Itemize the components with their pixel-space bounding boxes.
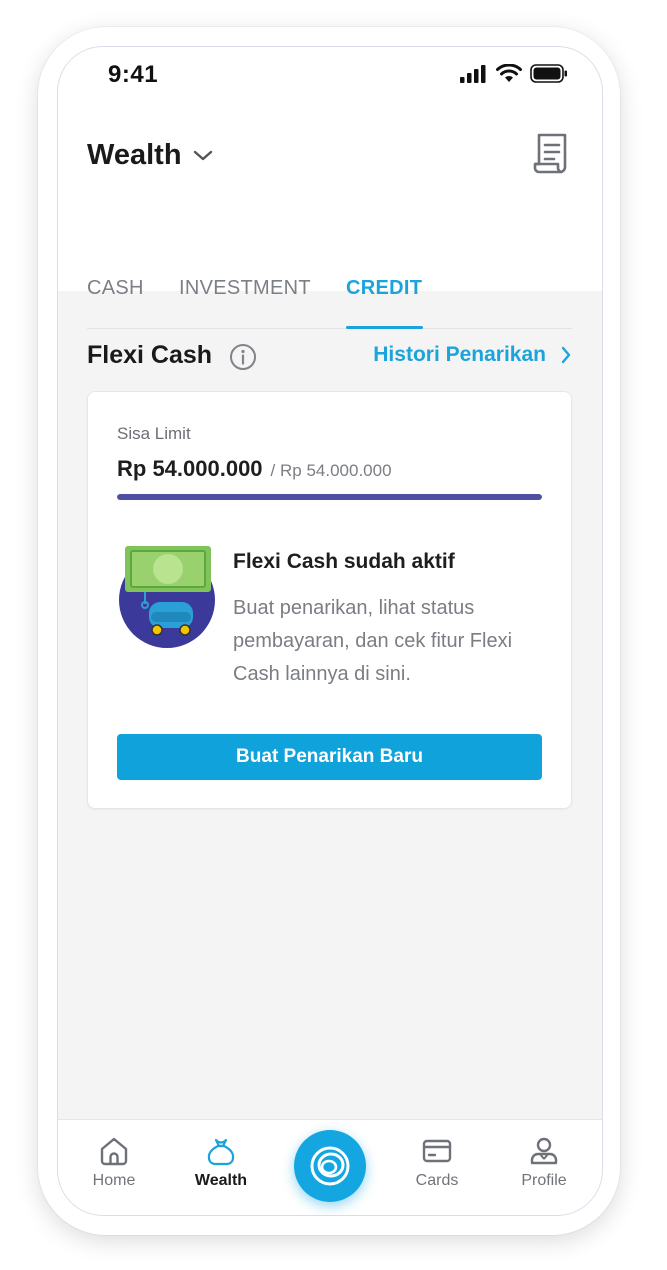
tab-bar: CASH INVESTMENT CREDIT (87, 261, 572, 329)
limit-label: Sisa Limit (117, 424, 191, 443)
status-icons (460, 64, 568, 83)
logo-rings-icon (310, 1146, 350, 1186)
wealth-dropdown[interactable]: Wealth (87, 139, 214, 172)
status-description: Buat penarikan, lihat status pembayaran,… (233, 597, 513, 685)
nav-profile-label: Profile (521, 1172, 567, 1189)
new-withdrawal-button[interactable]: Buat Penarikan Baru (117, 734, 542, 780)
main-action-button[interactable] (294, 1130, 366, 1202)
money-bag-icon (207, 1138, 235, 1166)
history-link-label: Histori Penarikan (373, 343, 546, 366)
signal-icon (460, 64, 486, 83)
nav-home[interactable]: Home (74, 1136, 154, 1190)
app-screen: 9:41 Wealth CASH INVESTMENT CREDIT Flexi… (57, 46, 603, 1216)
bottom-nav: Home Wealth Cards Profile (58, 1119, 602, 1215)
history-link[interactable]: Histori Penarikan (373, 343, 572, 367)
chevron-right-icon (561, 346, 571, 364)
limit-row: Rp 54.000.000 / Rp 54.000.000 (117, 456, 392, 482)
limit-total: / Rp 54.000.000 (270, 461, 392, 480)
receipt-icon[interactable] (532, 131, 572, 177)
wifi-icon (496, 64, 522, 82)
battery-icon (530, 64, 567, 83)
home-icon (100, 1137, 128, 1166)
flexi-cash-card: Sisa Limit Rp 54.000.000 / Rp 54.000.000… (87, 391, 572, 809)
status-title: Flexi Cash sudah aktif (233, 550, 455, 573)
nav-profile[interactable]: Profile (504, 1136, 584, 1190)
chevron-down-icon (193, 150, 212, 160)
tab-investment[interactable]: INVESTMENT (179, 277, 311, 300)
tab-cash[interactable]: CASH (87, 277, 144, 300)
nav-cards[interactable]: Cards (397, 1136, 477, 1190)
nav-home-label: Home (92, 1172, 136, 1189)
card-icon (422, 1139, 452, 1163)
page-title: Wealth (87, 139, 182, 171)
info-icon[interactable] (229, 343, 257, 371)
nav-wealth-label: Wealth (194, 1172, 248, 1189)
limit-progress-bar (117, 494, 542, 500)
section-title: Flexi Cash (87, 341, 213, 369)
money-truck-illustration (119, 546, 215, 648)
header: Wealth CASH INVESTMENT CREDIT (58, 101, 602, 329)
profile-icon (530, 1137, 558, 1165)
status-time: 9:41 (108, 61, 159, 88)
section-header: Flexi Cash Histori Penarikan (87, 337, 572, 377)
tab-credit[interactable]: CREDIT (346, 277, 422, 300)
nav-cards-label: Cards (415, 1172, 459, 1189)
status-bar: 9:41 (58, 47, 602, 101)
active-tab-indicator (346, 326, 423, 329)
limit-progress-fill (117, 494, 542, 500)
nav-wealth[interactable]: Wealth (181, 1136, 261, 1190)
limit-value: Rp 54.000.000 (117, 456, 263, 481)
